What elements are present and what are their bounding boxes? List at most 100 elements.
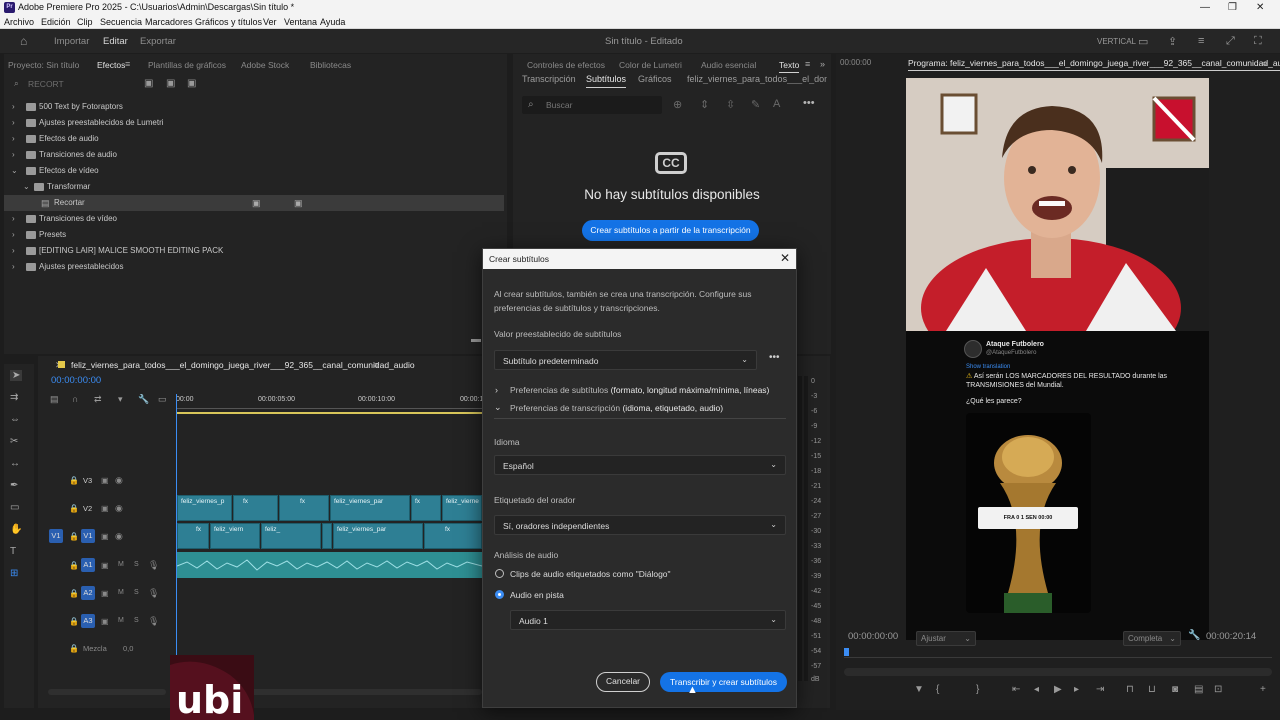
video-clip[interactable]: fx [424,523,482,549]
menu-icon[interactable]: ≡ [1198,35,1204,47]
tab-editar[interactable]: Editar [103,36,128,47]
razor-tool-icon[interactable]: ✂ [10,436,18,447]
microphone-icon[interactable]: 🎙 [148,588,159,599]
video-clip[interactable]: feliz_viernes_par [333,523,423,549]
menu-secuencia[interactable]: Secuencia [100,17,142,27]
video-clip[interactable]: fx [233,495,278,521]
tree-item[interactable]: ⌄ Transformar [4,179,504,195]
audio-clip[interactable] [177,552,482,578]
track-label-a1[interactable]: A1 [81,558,95,572]
split-icon[interactable]: ⇕ [700,98,709,111]
restore-icon[interactable]: ❐ [1228,2,1237,13]
tree-item-recortar[interactable]: ▤ Recortar ▣ ▣ [4,195,504,211]
close-icon[interactable]: ✕ [780,251,790,265]
step-forward-icon[interactable]: ▸ [1074,684,1079,695]
pen-tool-icon[interactable]: ✒ [10,480,18,491]
sync-lock-icon[interactable]: ▣ [101,532,109,541]
nest-icon[interactable]: ▤ [50,394,59,405]
tree-item[interactable]: ⌄ Efectos de vídeo [4,163,504,179]
sync-lock-icon[interactable]: ▣ [101,504,109,513]
lock-icon[interactable]: 🔒 [69,561,79,570]
tab-efectos[interactable]: Efectos [97,60,125,70]
transcription-prefs-toggle[interactable]: Preferencias de transcripción (idioma, e… [510,403,723,413]
solo-button[interactable]: S [134,589,139,596]
source-patch-v1[interactable]: V1 [49,529,63,543]
chevron-right-icon[interactable]: › [12,118,15,127]
eye-icon[interactable]: ◉ [115,531,123,542]
chevron-down-icon[interactable]: ⌄ [494,402,502,413]
panel-menu-icon[interactable]: ≡ [805,59,810,69]
chevron-down-icon[interactable]: ⌄ [23,182,30,191]
tree-item[interactable]: › Ajustes preestablecidos [4,259,504,275]
program-timecode[interactable]: 00:00:00:00 [848,631,898,642]
captions-tool-icon[interactable]: ⊞ [10,568,18,579]
video-clip[interactable]: feliz_vierne [442,495,482,521]
sync-lock-icon[interactable]: ▣ [101,476,109,485]
tab-proyecto[interactable]: Proyecto: Sin título [8,60,79,70]
tree-item[interactable]: › Transiciones de vídeo [4,211,504,227]
tab-controles-efectos[interactable]: Controles de efectos [527,60,605,70]
eye-icon[interactable]: ◉ [115,475,123,486]
menu-graficos[interactable]: Gráficos y títulos [195,17,262,27]
tree-item[interactable]: › 500 Text by Fotoraptors [4,99,504,115]
lock-icon[interactable]: 🔒 [69,504,79,513]
mute-button[interactable]: M [118,617,124,624]
marker-icon[interactable]: ▼ [914,684,924,695]
accelerated-effects-icon[interactable]: ▣ [144,78,153,89]
audio-track-dropdown[interactable]: Audio 1 ⌄ [510,610,786,630]
chevron-right-icon[interactable]: › [495,385,498,395]
microphone-icon[interactable]: 🎙 [148,616,159,627]
camera-icon[interactable]: ◙ [1172,684,1178,695]
program-ruler[interactable] [844,648,1272,658]
tab-adobe-stock[interactable]: Adobe Stock [241,60,289,70]
settings-icon[interactable]: 🔧 [138,394,149,405]
snap-icon[interactable]: ∩ [72,394,78,404]
ripple-edit-tool-icon[interactable]: ⇔ [10,414,20,425]
transcribe-and-create-button[interactable]: Transcribir y crear subtítulos [660,672,787,692]
lock-icon[interactable]: 🔒 [69,617,79,626]
video-clip[interactable]: fx [411,495,441,521]
hand-tool-icon[interactable]: ✋ [10,524,22,535]
chevron-down-icon[interactable]: ⌄ [11,166,18,175]
tree-item[interactable]: › Ajustes preestablecidos de Lumetri [4,115,504,131]
fit-dropdown[interactable]: Ajustar ⌄ [916,631,976,646]
zoom-scrollbar[interactable] [844,668,1272,676]
go-to-in-icon[interactable]: ⇤ [1012,684,1020,695]
translate-icon[interactable]: A [773,98,780,110]
track-height-scrollbar[interactable] [48,689,166,695]
video-clip[interactable]: fx [177,523,209,549]
add-marker-icon[interactable]: ▾ [118,394,123,405]
captions-search-field[interactable]: ⌕ Buscar [522,96,662,114]
layout-label[interactable]: VERTICAL [1097,37,1136,46]
tab-plantillas[interactable]: Plantillas de gráficos [148,60,226,70]
tab-lumetri[interactable]: Color de Lumetri [619,60,682,70]
menu-edicion[interactable]: Edición [41,17,71,27]
mark-in-icon[interactable]: { [936,684,939,695]
chevron-right-icon[interactable]: › [12,262,15,271]
selection-tool-icon[interactable]: ➤ [10,370,23,381]
chevron-right-icon[interactable]: › [12,150,15,159]
expand-icon[interactable]: ⤢ [1226,35,1235,48]
effects-search-field[interactable]: ⌕ RECORT [12,77,132,93]
mark-out-icon[interactable]: } [976,684,979,695]
tab-audio-esencial[interactable]: Audio esencial [701,60,756,70]
tree-item[interactable]: › Transiciones de audio [4,147,504,163]
add-caption-icon[interactable]: ⊕ [673,98,682,111]
extract-icon[interactable]: ⊔ [1148,684,1156,695]
play-icon[interactable]: ▶ [1054,684,1062,695]
tab-importar[interactable]: Importar [54,36,89,47]
new-folder-icon[interactable]: ▬ [471,334,481,345]
track-label-v1[interactable]: V1 [81,529,95,543]
tab-graficos[interactable]: Gráficos [638,74,672,84]
edit-icon[interactable]: ✎ [751,98,760,111]
tree-item[interactable]: › Efectos de audio [4,131,504,147]
eye-icon[interactable]: ◉ [115,503,123,514]
microphone-icon[interactable]: 🎙 [148,560,159,571]
track-label-a3[interactable]: A3 [81,614,95,628]
tab-subtitulos[interactable]: Subtítulos [586,74,627,88]
tab-texto[interactable]: Texto [779,60,800,73]
chevron-right-icon[interactable]: › [12,246,15,255]
more-panels-icon[interactable]: » [820,59,825,69]
panel-menu-icon[interactable]: ≡ [374,360,379,370]
work-area-bar[interactable] [176,412,482,414]
